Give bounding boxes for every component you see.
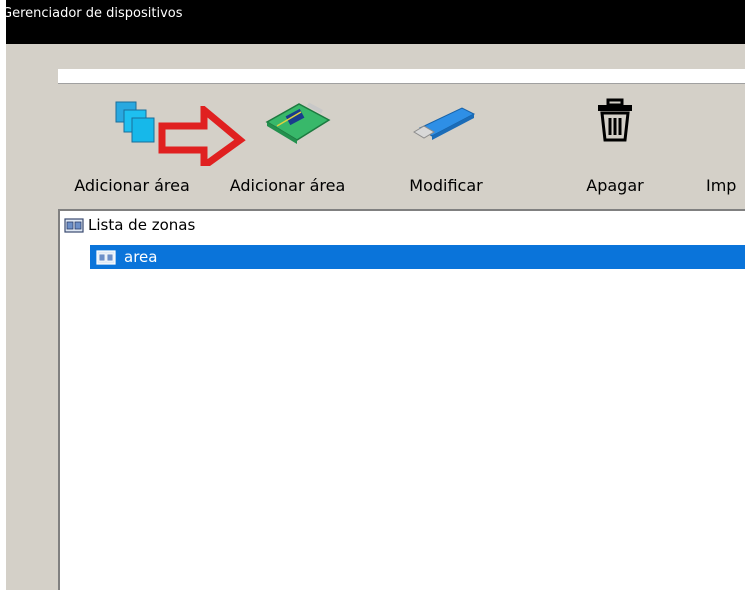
import-label: Imp: [706, 176, 737, 195]
tree-item-area[interactable]: area: [90, 245, 745, 269]
delete-label: Apagar: [586, 176, 644, 195]
client-area: Adicionar área Adicionar área Modificar …: [6, 44, 745, 590]
tree-root-label: Lista de zonas: [88, 216, 196, 234]
window-title: Gerenciador de dispositivos: [2, 6, 183, 21]
modify-usb-icon: [412, 102, 480, 142]
zone-list-icon: [64, 216, 84, 234]
zone-tree[interactable]: Lista de zonas area: [58, 209, 745, 590]
area-icon: [96, 248, 116, 266]
tree-item-area-label: area: [124, 248, 158, 266]
red-arrow-icon: [150, 102, 250, 173]
delete-button[interactable]: Apagar: [570, 84, 660, 208]
import-button[interactable]: Imp: [706, 84, 745, 208]
modify-label: Modificar: [409, 176, 483, 195]
add-device-card-icon: [263, 98, 333, 144]
top-strip: [58, 69, 745, 84]
modify-button[interactable]: Modificar: [391, 84, 501, 208]
add-device-card-label: Adicionar área: [229, 176, 346, 195]
title-bar[interactable]: Gerenciador de dispositivos: [2, 0, 745, 44]
toolbar: Adicionar área Adicionar área Modificar …: [58, 84, 745, 208]
tree-root-item[interactable]: Lista de zonas: [60, 213, 745, 237]
add-area-label: Adicionar área: [74, 176, 190, 195]
trash-icon: [595, 98, 635, 142]
device-manager-window: Gerenciador de dispositivos Adicionar ár…: [0, 0, 745, 590]
